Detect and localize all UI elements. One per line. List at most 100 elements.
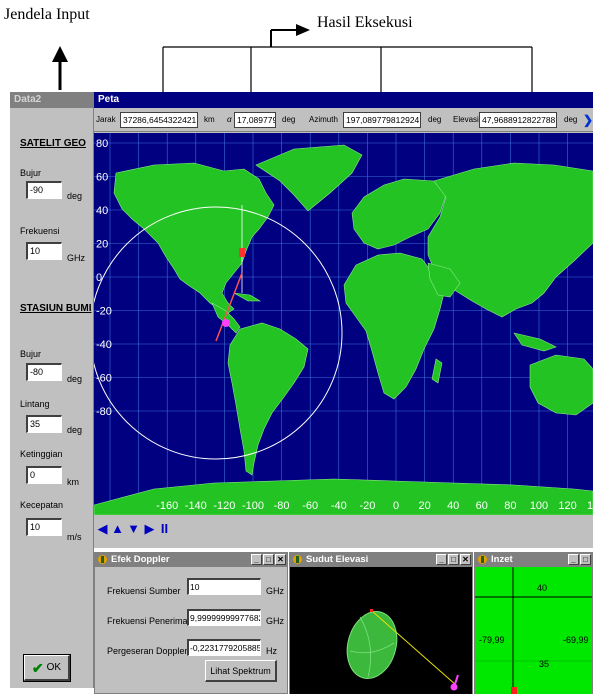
- longitude-tick-label: -40: [331, 500, 347, 512]
- ground-station-marker: [222, 319, 230, 327]
- inset-left-label: -79,99: [479, 635, 505, 645]
- distance-value: 37286,6454322421: [120, 112, 198, 128]
- longitude-tick-label: 140: [587, 500, 593, 512]
- speed-unit: m/s: [67, 532, 82, 542]
- greenland-shape: [255, 144, 363, 212]
- longitude-tick-label: 40: [447, 500, 459, 512]
- satellite-heading: SATELIT GEO: [20, 138, 86, 149]
- world-map-canvas: 80 60 40 20 0 -20 -40 -60 -80 -160 -140 -120 -100 -80…: [94, 133, 593, 515]
- altitude-label: Ketinggian: [20, 449, 63, 459]
- distance-label: Jarak: [96, 115, 116, 124]
- annotation-arrows: [52, 24, 533, 92]
- alpha-unit: deg: [282, 115, 296, 124]
- longitude-tick-label: -60: [302, 500, 318, 512]
- sat-longitude-label: Bujur: [20, 168, 42, 178]
- maximize-icon[interactable]: □: [580, 554, 591, 565]
- view-spectrum-button[interactable]: Lihat Spektrum: [205, 660, 277, 682]
- longitude-tick-label: -20: [359, 500, 375, 512]
- down-arrow-icon[interactable]: ▼: [127, 521, 140, 537]
- source-frequency-label: Frekuensi Sumber: [107, 586, 181, 596]
- elevation-globe-canvas: [346, 609, 459, 691]
- minimize-icon[interactable]: _: [568, 554, 579, 565]
- source-frequency-input[interactable]: 10: [187, 578, 261, 595]
- longitude-tick-label: -80: [274, 500, 290, 512]
- received-frequency-unit: GHz: [266, 616, 284, 626]
- st-longitude-input[interactable]: -80: [26, 363, 62, 381]
- azimuth-label: Azimuth: [309, 115, 338, 124]
- elevation-unit: deg: [564, 115, 578, 124]
- caribbean-shape: [233, 292, 262, 302]
- sat-longitude-input[interactable]: -90: [26, 181, 62, 199]
- longitude-tick-label: 20: [418, 500, 430, 512]
- indonesia-shape: [513, 332, 557, 352]
- ok-button[interactable]: ✔ OK: [23, 654, 71, 682]
- continents: [94, 144, 593, 515]
- speed-input[interactable]: 10: [26, 518, 62, 536]
- doppler-shift-value: -0,22317792058856: [187, 639, 261, 656]
- ok-button-label: OK: [46, 662, 62, 673]
- altitude-input[interactable]: 0: [26, 466, 62, 484]
- doppler-shift-unit: Hz: [266, 646, 277, 656]
- longitude-tick-label: -100: [242, 500, 264, 512]
- longitude-tick-label: 100: [530, 500, 548, 512]
- minimize-icon[interactable]: _: [436, 554, 447, 565]
- app-icon: [478, 555, 487, 564]
- station-point: [370, 609, 373, 612]
- up-arrow-icon[interactable]: ▲: [111, 521, 124, 537]
- latitude-tick-label: 40: [96, 205, 108, 217]
- inset-station-marker: [511, 687, 517, 694]
- close-icon[interactable]: ✕: [460, 554, 471, 565]
- frequency-input[interactable]: 10: [26, 242, 62, 260]
- latitude-tick-label: 0: [96, 272, 102, 284]
- distance-unit: km: [204, 115, 215, 124]
- inset-grid: [475, 567, 592, 694]
- minimize-icon[interactable]: _: [251, 554, 262, 565]
- elevation-view: [290, 567, 472, 694]
- australia-shape: [529, 354, 593, 416]
- map-toolbar: ◀ ▲ ▼ ▶ II: [94, 515, 593, 548]
- longitude-tick-label: -140: [185, 500, 207, 512]
- station-heading: STASIUN BUMI: [20, 303, 92, 314]
- earth-globe: [346, 611, 398, 679]
- satellite-marker: [239, 248, 245, 257]
- source-frequency-unit: GHz: [266, 586, 284, 596]
- alpha-label: α: [227, 115, 232, 124]
- doppler-window-titlebar: Efek Doppler _ □ ✕: [95, 553, 287, 567]
- madagascar-shape: [431, 358, 443, 384]
- back-arrow-icon[interactable]: ◀: [96, 521, 109, 537]
- inset-top-label: 40: [537, 583, 548, 593]
- longitude-tick-label: 120: [558, 500, 576, 512]
- azimuth-value: 197,089779812924: [343, 112, 421, 128]
- elevation-window-title: Sudut Elevasi: [306, 554, 369, 565]
- result-info-bar: Jarak 37286,6454322421 km α 17,089779 de…: [94, 108, 593, 132]
- longitude-tick-label: 0: [393, 500, 399, 512]
- app-icon: [98, 555, 107, 564]
- maximize-icon[interactable]: □: [263, 554, 274, 565]
- longitude-tick-label: -160: [156, 500, 178, 512]
- received-frequency-label: Frekuensi Penerima: [107, 616, 188, 626]
- scroll-right-icon[interactable]: ❯: [583, 113, 593, 127]
- elevation-label: Elevasi: [453, 115, 479, 124]
- st-longitude-label: Bujur: [20, 349, 42, 359]
- latitude-tick-label: -80: [96, 406, 112, 418]
- frequency-unit: GHz: [67, 253, 85, 263]
- latitude-input[interactable]: 35: [26, 415, 62, 433]
- south-america-shape: [227, 322, 309, 476]
- pause-icon[interactable]: II: [158, 521, 171, 537]
- azimuth-unit: deg: [428, 115, 442, 124]
- frequency-label: Frekuensi: [20, 226, 60, 236]
- input-window: Data2 SATELIT GEO Bujur -90 deg Frekuens…: [10, 92, 94, 688]
- input-window-title: Data2: [10, 92, 93, 108]
- inset-window-title: Inzet: [491, 554, 513, 565]
- doppler-shift-label: Pergeseran Doppler: [107, 646, 188, 656]
- world-map[interactable]: 80 60 40 20 0 -20 -40 -60 -80 -160 -140 -120 -100 -80…: [94, 133, 593, 515]
- africa-shape: [343, 252, 445, 400]
- elevation-value: 47,9688912822788: [479, 112, 557, 128]
- doppler-window: Efek Doppler _ □ ✕ Frekuensi Sumber 10 G…: [94, 552, 288, 694]
- close-icon[interactable]: ✕: [275, 554, 286, 565]
- play-icon[interactable]: ▶: [143, 521, 156, 537]
- doppler-window-title: Efek Doppler: [111, 554, 170, 565]
- maximize-icon[interactable]: □: [448, 554, 459, 565]
- checkmark-icon: ✔: [31, 659, 44, 676]
- sat-longitude-unit: deg: [67, 191, 83, 201]
